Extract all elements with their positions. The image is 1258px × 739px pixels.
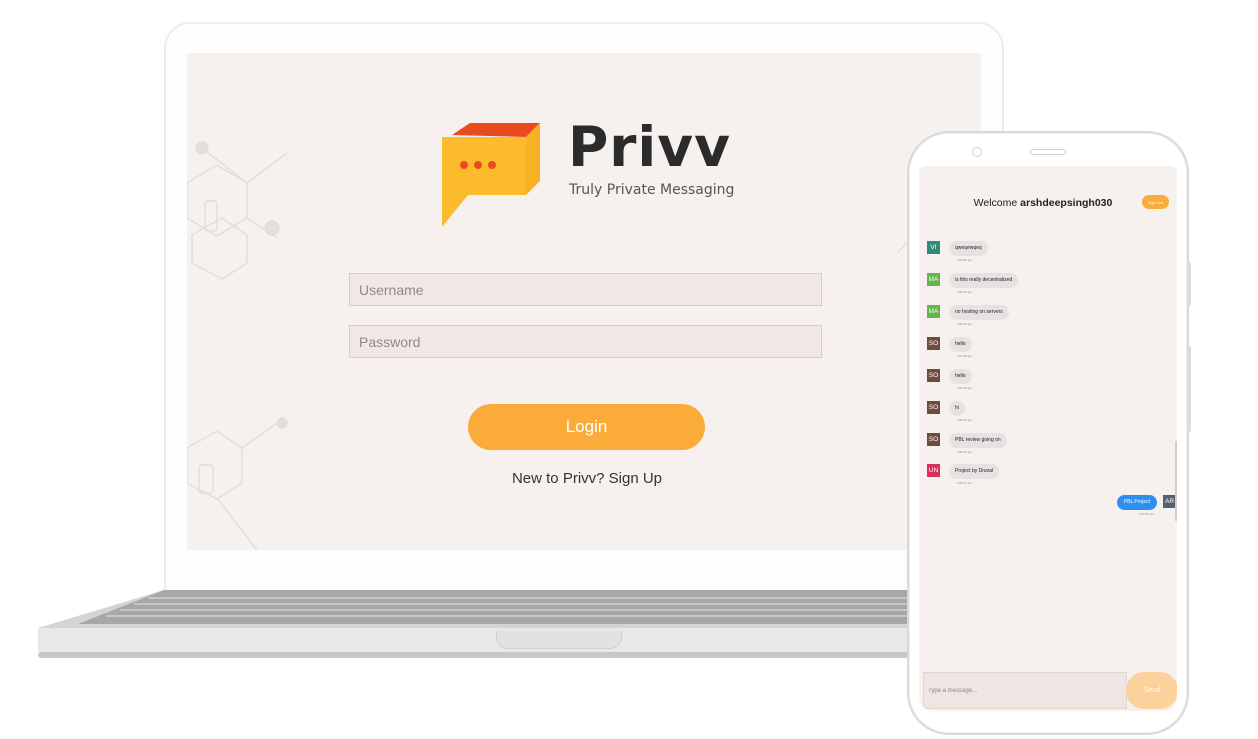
password-input[interactable] <box>349 325 822 358</box>
message-time: 2:05:22 pm <box>957 290 973 294</box>
phone-camera-icon <box>972 147 982 157</box>
user-avatar: SO <box>927 337 940 350</box>
message-input[interactable] <box>923 672 1127 709</box>
welcome-header: Welcome arshdeepsingh030 <box>919 197 1167 209</box>
welcome-username: arshdeepsingh030 <box>1020 197 1113 209</box>
login-button[interactable]: Login <box>468 404 705 450</box>
message-bubble: hi <box>949 401 965 416</box>
message-time: 2:07:53 pm <box>957 386 973 390</box>
phone-side-button <box>1187 262 1191 306</box>
chat-screen: Welcome arshdeepsingh030 Sign Out VI qwe… <box>919 166 1177 711</box>
user-avatar: MA <box>927 305 940 318</box>
message-time: 2:09:37 pm <box>957 481 973 485</box>
outgoing-message-row: PBL Project AR 4:02:31 pm <box>1099 495 1177 525</box>
brand-name: Privv <box>568 115 731 179</box>
message-time: 2:07:38 pm <box>957 354 973 358</box>
send-button[interactable]: Send <box>1126 672 1177 709</box>
message-time: 2:08:03 pm <box>957 418 973 422</box>
message-bubble: no hosting on servers <box>949 305 1009 320</box>
message-bubble: qweqewqeq <box>949 241 988 256</box>
signup-link[interactable]: New to Privv? Sign Up <box>187 470 981 487</box>
message-time: 2:05:38 pm <box>957 322 973 326</box>
message-time: 4:02:31 pm <box>1138 512 1154 516</box>
message-bubble: is this really decentralized <box>949 273 1019 288</box>
message-bubble: Project by Druval <box>949 464 1000 479</box>
outgoing-message-bubble: PBL Project <box>1116 495 1157 510</box>
user-avatar: SO <box>927 401 940 414</box>
user-avatar: SO <box>927 369 940 382</box>
brand-tagline: Truly Private Messaging <box>569 182 735 198</box>
chat-scrollbar[interactable] <box>1175 441 1177 521</box>
user-avatar: MA <box>927 273 940 286</box>
user-avatar: VI <box>927 241 940 254</box>
username-input[interactable] <box>349 273 822 306</box>
message-time: 2:03:40 pm <box>957 258 973 262</box>
message-bubble: hello <box>949 369 972 384</box>
laptop-screen: Privv Truly Private Messaging Login New … <box>187 53 981 550</box>
phone-speaker <box>1030 149 1066 155</box>
welcome-prefix: Welcome <box>973 197 1018 209</box>
message-time: 2:08:13 pm <box>957 450 973 454</box>
user-avatar: SO <box>927 433 940 446</box>
message-bubble: hello <box>949 337 972 352</box>
sign-out-button[interactable]: Sign Out <box>1142 195 1169 209</box>
privv-logo-icon <box>442 123 540 227</box>
phone-side-button <box>1187 346 1191 432</box>
message-bubble: PBL review going on <box>949 433 1007 448</box>
user-avatar: UN <box>927 464 940 477</box>
laptop-notch <box>496 631 622 649</box>
